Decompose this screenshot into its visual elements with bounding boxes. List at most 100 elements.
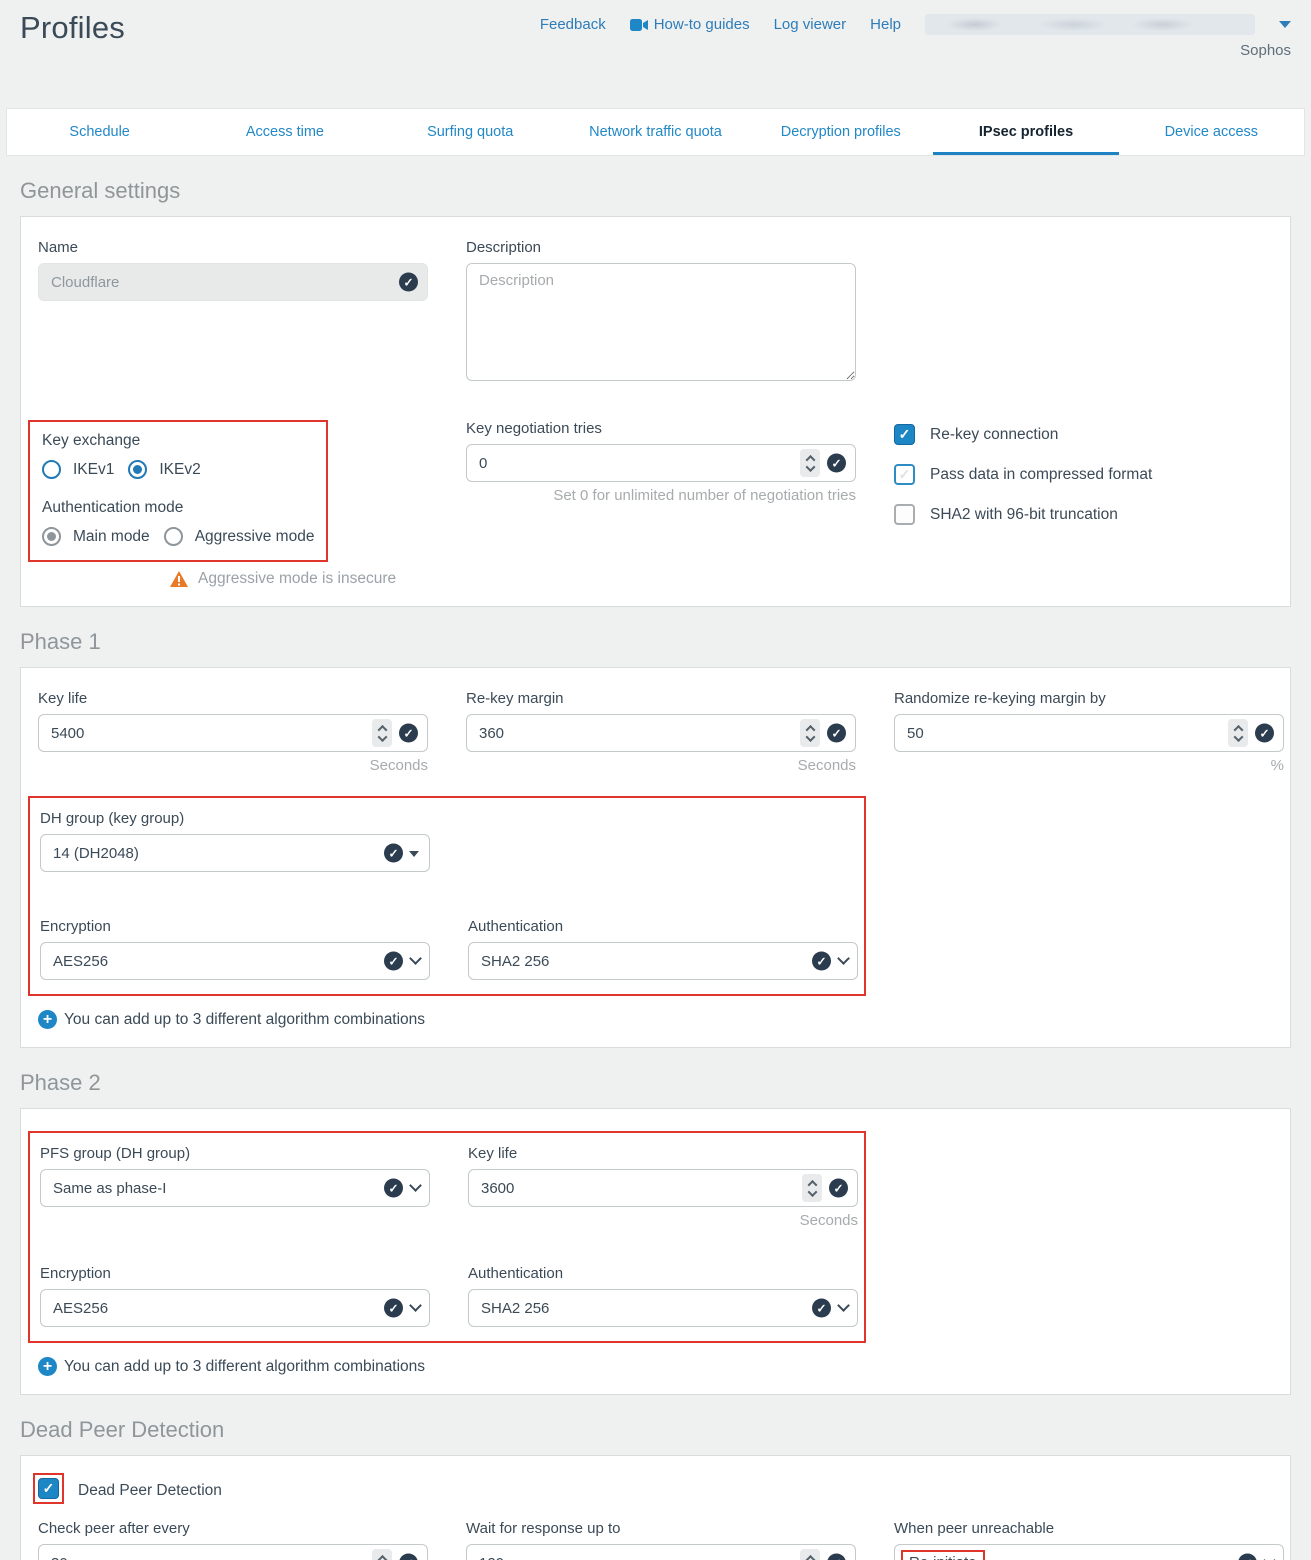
- p1-dh-group-select[interactable]: 14 (DH2048) ✓: [40, 834, 430, 872]
- dpd-check-peer-label: Check peer after every: [38, 1520, 428, 1537]
- p1-rekey-margin-unit: Seconds: [466, 757, 856, 774]
- tab-ipsec-profiles[interactable]: IPsec profiles: [933, 109, 1118, 155]
- tab-schedule[interactable]: Schedule: [7, 109, 192, 155]
- dpd-check-peer-wrap: ✓: [38, 1544, 428, 1560]
- p1-encryption-value: AES256: [41, 953, 108, 970]
- tab-network-traffic-quota[interactable]: Network traffic quota: [563, 109, 748, 155]
- log-viewer-label: Log viewer: [774, 16, 847, 33]
- checkbox-disabled-icon[interactable]: [894, 504, 915, 525]
- p1-authentication-select[interactable]: SHA2 256 ✓: [468, 942, 858, 980]
- howto-guides-link[interactable]: How-to guides: [630, 16, 750, 33]
- tab-device-access[interactable]: Device access: [1119, 109, 1304, 155]
- p2-pfs-group-label: PFS group (DH group): [40, 1145, 430, 1162]
- valid-check-icon: ✓: [829, 1179, 848, 1198]
- number-stepper[interactable]: [372, 1549, 392, 1560]
- p2-authentication-value: SHA2 256: [469, 1300, 549, 1317]
- p1-key-life-label: Key life: [38, 690, 428, 707]
- dpd-enable-label: Dead Peer Detection: [78, 1482, 222, 1500]
- p1-algorithms-highlight: DH group (key group) 14 (DH2048) ✓ Encry…: [28, 796, 866, 996]
- radio-icon: [42, 460, 61, 479]
- log-viewer-link[interactable]: Log viewer: [774, 16, 847, 33]
- phase1-card: Key life ✓ Seconds Re-key margin ✓ Secon…: [20, 667, 1291, 1048]
- radio-ikev2[interactable]: IKEv2: [128, 460, 200, 479]
- description-label: Description: [466, 239, 856, 256]
- dpd-heading: Dead Peer Detection: [20, 1417, 1311, 1443]
- chevron-down-icon[interactable]: [1279, 21, 1291, 28]
- number-stepper[interactable]: [800, 449, 820, 477]
- p2-pfs-group-value: Same as phase-I: [41, 1180, 166, 1197]
- key-negotiation-label: Key negotiation tries: [466, 420, 856, 437]
- p2-add-combination[interactable]: + You can add up to 3 different algorith…: [38, 1357, 1273, 1376]
- number-stepper[interactable]: [1228, 719, 1248, 747]
- dropdown-triangle-icon: [409, 851, 419, 857]
- chevron-down-icon: [837, 952, 850, 965]
- compressed-format-label: Pass data in compressed format: [930, 466, 1152, 484]
- dpd-card: ✓ Dead Peer Detection Check peer after e…: [20, 1455, 1291, 1560]
- number-stepper[interactable]: [802, 1174, 822, 1202]
- p2-encryption-value: AES256: [41, 1300, 108, 1317]
- account-selector-blurred[interactable]: [925, 14, 1255, 35]
- tab-access-time[interactable]: Access time: [192, 109, 377, 155]
- name-input[interactable]: [39, 264, 427, 300]
- valid-check-icon: ✓: [384, 844, 403, 863]
- tab-decryption-profiles[interactable]: Decryption profiles: [748, 109, 933, 155]
- valid-check-icon: ✓: [1255, 724, 1274, 743]
- add-plus-icon[interactable]: +: [38, 1010, 57, 1029]
- dpd-enable-checkbox[interactable]: ✓: [38, 1478, 59, 1499]
- chevron-down-icon: [409, 1299, 422, 1312]
- p1-authentication-label: Authentication: [468, 918, 858, 935]
- phase2-heading: Phase 2: [20, 1070, 1311, 1096]
- p1-randomize-input[interactable]: [895, 715, 1283, 751]
- radio-main-mode[interactable]: Main mode: [42, 527, 150, 546]
- p1-encryption-label: Encryption: [40, 918, 430, 935]
- radio-aggressive-mode[interactable]: Aggressive mode: [164, 527, 315, 546]
- valid-check-icon: ✓: [384, 952, 403, 971]
- valid-check-icon: ✓: [399, 724, 418, 743]
- auth-mode-label: Authentication mode: [42, 499, 314, 517]
- description-textarea[interactable]: [466, 263, 856, 381]
- sha2-truncation-label: SHA2 with 96-bit truncation: [930, 506, 1118, 524]
- tab-surfing-quota[interactable]: Surfing quota: [378, 109, 563, 155]
- chevron-down-icon: [837, 1299, 850, 1312]
- dpd-unreachable-value: Re-initiate: [909, 1554, 977, 1560]
- p2-pfs-group-select[interactable]: Same as phase-I ✓: [40, 1169, 430, 1207]
- p1-key-life-unit: Seconds: [38, 757, 428, 774]
- p2-encryption-label: Encryption: [40, 1265, 430, 1282]
- p1-key-life-input[interactable]: [39, 715, 427, 751]
- p1-key-life-wrap: ✓: [38, 714, 428, 752]
- dpd-wait-input[interactable]: [467, 1545, 855, 1560]
- dpd-unreachable-select[interactable]: Re-initiate ✓: [894, 1544, 1284, 1560]
- p1-randomize-unit: %: [894, 757, 1284, 774]
- compressed-format-option[interactable]: ✓ Pass data in compressed format: [894, 464, 1284, 485]
- p2-algorithms-highlight: PFS group (DH group) Same as phase-I ✓ K…: [28, 1131, 866, 1343]
- number-stepper[interactable]: [800, 719, 820, 747]
- radio-ikev1[interactable]: IKEv1: [42, 460, 114, 479]
- checkbox-checked-icon[interactable]: ✓: [894, 424, 915, 445]
- rekey-connection-option[interactable]: ✓ Re-key connection: [894, 424, 1284, 445]
- p2-key-life-unit: Seconds: [468, 1212, 858, 1229]
- help-link[interactable]: Help: [870, 16, 901, 33]
- p1-rekey-margin-input[interactable]: [467, 715, 855, 751]
- sha2-truncation-option[interactable]: SHA2 with 96-bit truncation: [894, 504, 1284, 525]
- p1-encryption-select[interactable]: AES256 ✓: [40, 942, 430, 980]
- dpd-unreachable-label: When peer unreachable: [894, 1520, 1284, 1537]
- dpd-check-peer-input[interactable]: [39, 1545, 427, 1560]
- add-plus-icon[interactable]: +: [38, 1357, 57, 1376]
- valid-check-icon: ✓: [812, 1299, 831, 1318]
- valid-check-icon: ✓: [399, 273, 418, 292]
- key-negotiation-input[interactable]: [467, 445, 855, 481]
- p1-add-combination[interactable]: + You can add up to 3 different algorith…: [38, 1010, 1273, 1029]
- p2-encryption-select[interactable]: AES256 ✓: [40, 1289, 430, 1327]
- radio-gray-icon: [164, 527, 183, 546]
- number-stepper[interactable]: [800, 1549, 820, 1560]
- ikev2-label: IKEv2: [159, 461, 200, 479]
- p1-rekey-margin-label: Re-key margin: [466, 690, 856, 707]
- brand-label: Sophos: [1240, 42, 1291, 59]
- p2-key-life-input[interactable]: [469, 1170, 857, 1206]
- checkbox-unchecked-icon[interactable]: ✓: [894, 464, 915, 485]
- p2-authentication-select[interactable]: SHA2 256 ✓: [468, 1289, 858, 1327]
- dpd-checkbox-highlight: ✓: [33, 1473, 64, 1504]
- feedback-link[interactable]: Feedback: [540, 16, 606, 33]
- number-stepper[interactable]: [372, 719, 392, 747]
- p1-dh-group-value: 14 (DH2048): [41, 845, 139, 862]
